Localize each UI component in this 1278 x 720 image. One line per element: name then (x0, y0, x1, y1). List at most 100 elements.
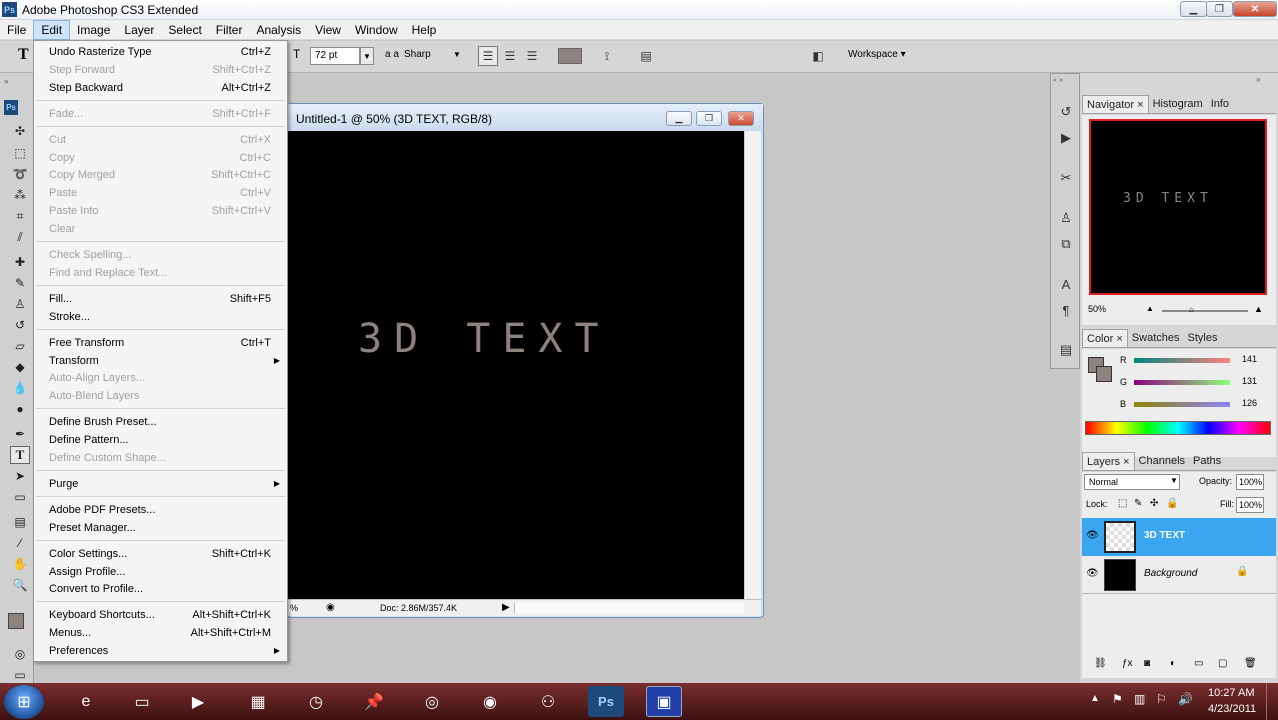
menu-item-auto-blend-layers[interactable]: Auto-Blend Layers (34, 387, 287, 405)
screen-mode-icon[interactable]: ▭ (10, 666, 30, 684)
align-center-icon[interactable]: ☰ (500, 46, 520, 66)
marquee-tool-icon[interactable]: ⬚ (10, 144, 30, 162)
menu-filter[interactable]: Filter (209, 20, 250, 40)
magic-wand-icon[interactable]: ⁂ (10, 186, 30, 204)
tab-info[interactable]: Info (1207, 95, 1233, 113)
menu-item-paste[interactable]: Paste Ctrl+V (34, 184, 287, 202)
layer-row-3d-text[interactable]: 👁 3D TEXT (1082, 518, 1276, 556)
panel-collapse-icon[interactable]: » (4, 77, 8, 86)
menu-image[interactable]: Image (70, 20, 117, 40)
lock-position-icon[interactable]: ✣ (1150, 498, 1158, 509)
clock-app-icon[interactable]: ◷ (298, 686, 334, 717)
menu-item-purge[interactable]: Purge ▶ (34, 475, 287, 493)
align-left-icon[interactable]: ☰ (478, 46, 498, 66)
pen-tool-icon[interactable]: ✒ (10, 425, 30, 443)
eraser-tool-icon[interactable]: ▱ (10, 337, 30, 355)
tab-paths[interactable]: Paths (1189, 452, 1225, 470)
tray-expand-icon[interactable]: ▲ (1090, 693, 1100, 704)
people-icon[interactable]: ⚇ (530, 686, 566, 717)
tab-channels[interactable]: Channels (1135, 452, 1189, 470)
quick-mask-icon[interactable]: ◎ (10, 645, 30, 663)
visibility-eye-icon[interactable]: 👁 (1086, 568, 1099, 579)
dodge-tool-icon[interactable]: ● (10, 400, 30, 418)
close-icon[interactable]: × (1137, 99, 1143, 111)
canvas[interactable]: 3D TEXT (288, 131, 744, 599)
crop-tool-icon[interactable]: ⌗ (10, 207, 30, 225)
menu-item-adobe-pdf-presets[interactable]: Adobe PDF Presets... (34, 501, 287, 519)
color-ramp[interactable] (1085, 421, 1271, 435)
chevron-down-icon[interactable]: ▼ (360, 47, 374, 65)
menu-item-fade[interactable]: Fade... Shift+Ctrl+F (34, 105, 287, 123)
menu-help[interactable]: Help (405, 20, 444, 40)
window-app-icon[interactable]: ▣ (646, 686, 682, 717)
brushes-panel-icon[interactable]: ♙ (1056, 208, 1076, 228)
antialias-select[interactable]: Sharp (404, 49, 431, 60)
type-tool-icon[interactable]: T (18, 46, 29, 64)
menu-window[interactable]: Window (348, 20, 405, 40)
network-icon[interactable]: ▥ (1134, 692, 1145, 706)
menu-item-fill[interactable]: Fill... Shift+F5 (34, 290, 287, 308)
close-button[interactable]: ✕ (1233, 1, 1277, 17)
text-color-swatch[interactable] (558, 48, 582, 64)
zoom-tool-icon[interactable]: 🔍 (10, 576, 30, 594)
minimize-button[interactable]: ▁ (1180, 1, 1207, 17)
history-panel-icon[interactable]: ↺ (1056, 102, 1076, 122)
zoom-in-icon[interactable]: ▲ (1254, 304, 1263, 314)
red-value[interactable]: 141 (1242, 353, 1270, 368)
horizontal-scrollbar[interactable] (514, 603, 744, 613)
status-menu-arrow-icon[interactable]: ▶ (502, 602, 510, 613)
lasso-tool-icon[interactable]: ➰ (10, 165, 30, 183)
adjustment-layer-icon[interactable]: ◐ (1170, 658, 1176, 669)
layer-name[interactable]: 3D TEXT (1144, 530, 1185, 541)
ie-icon[interactable]: e (68, 686, 104, 717)
slice-tool-icon[interactable]: ⫽ (10, 228, 30, 246)
menu-item-free-transform[interactable]: Free Transform Ctrl+T (34, 334, 287, 352)
blend-mode-select[interactable]: Normal (1084, 474, 1180, 490)
path-selection-icon[interactable]: ➤ (10, 467, 30, 485)
blue-value[interactable]: 126 (1242, 397, 1270, 412)
align-right-icon[interactable]: ☰ (522, 46, 542, 66)
folder-icon[interactable]: ▭ (124, 686, 160, 717)
layer-comps-icon[interactable]: ▤ (1056, 340, 1076, 360)
type-tool-icon[interactable]: T (10, 446, 30, 464)
doc-minimize-button[interactable]: ▁ (666, 111, 692, 126)
chevron-down-icon[interactable]: ▼ (1170, 476, 1178, 485)
menu-item-convert-to-profile[interactable]: Convert to Profile... (34, 580, 287, 598)
menu-item-preset-manager[interactable]: Preset Manager... (34, 519, 287, 537)
visibility-eye-icon[interactable]: 👁 (1086, 530, 1099, 541)
show-desktop-button[interactable] (1266, 683, 1278, 720)
clone-stamp-icon[interactable]: ♙ (10, 295, 30, 313)
lock-all-icon[interactable]: 🔒 (1166, 498, 1178, 509)
close-icon[interactable]: × (1116, 333, 1122, 345)
canvas-text[interactable]: 3D TEXT (358, 316, 611, 362)
chevron-down-icon[interactable]: ▼ (453, 50, 461, 59)
tab-swatches[interactable]: Swatches (1128, 329, 1184, 347)
firefox-icon[interactable]: ◉ (472, 686, 508, 717)
panels-collapse-icon[interactable]: » (1256, 75, 1260, 84)
tab-layers[interactable]: Layers × (1082, 452, 1135, 470)
menu-item-keyboard-shortcuts[interactable]: Keyboard Shortcuts... Alt+Shift+Ctrl+K (34, 606, 287, 624)
tab-styles[interactable]: Styles (1184, 329, 1222, 347)
doc-restore-button[interactable]: ❐ (696, 111, 722, 126)
layer-row-background[interactable]: 👁 Background 🔒 (1082, 556, 1276, 594)
new-group-icon[interactable]: ▭ (1194, 658, 1203, 669)
menu-item-check-spelling[interactable]: Check Spelling... (34, 246, 287, 264)
move-tool-icon[interactable]: ✣ (10, 122, 30, 140)
actions-panel-icon[interactable]: ▶ (1056, 128, 1076, 148)
menu-file[interactable]: File (0, 20, 33, 40)
green-value[interactable]: 131 (1242, 375, 1270, 390)
link-layers-icon[interactable]: ⛓ (1094, 658, 1107, 669)
menu-analysis[interactable]: Analysis (249, 20, 308, 40)
menu-item-color-settings[interactable]: Color Settings... Shift+Ctrl+K (34, 545, 287, 563)
navigator-zoom[interactable]: 50% (1088, 304, 1106, 314)
tab-color[interactable]: Color × (1082, 329, 1128, 347)
zoom-readout[interactable]: % (290, 603, 298, 613)
clock-date[interactable]: 4/23/2011 (1208, 703, 1256, 715)
menu-item-undo-rasterize-type[interactable]: Undo Rasterize Type Ctrl+Z (34, 43, 287, 61)
tool-presets-icon[interactable]: ✂ (1056, 168, 1076, 188)
blur-tool-icon[interactable]: 💧 (10, 379, 30, 397)
tab-navigator[interactable]: Navigator × (1082, 95, 1149, 113)
menu-item-stroke[interactable]: Stroke... (34, 308, 287, 326)
shape-tool-icon[interactable]: ▭ (10, 488, 30, 506)
menu-item-copy-merged[interactable]: Copy Merged Shift+Ctrl+C (34, 166, 287, 184)
